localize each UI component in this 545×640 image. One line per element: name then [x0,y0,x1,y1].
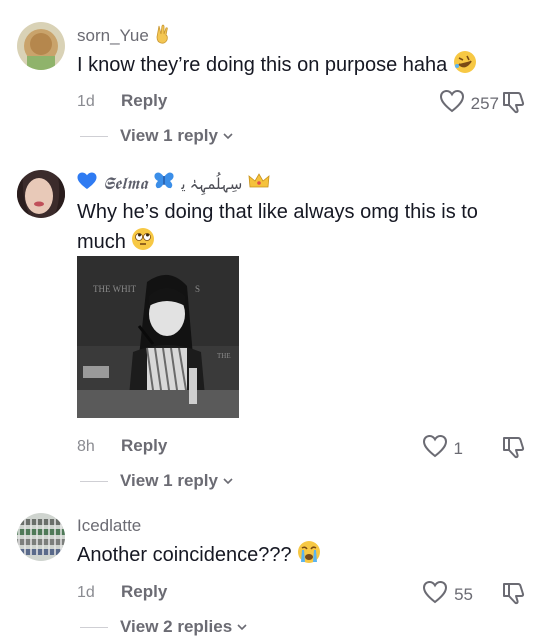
chevron-down-icon [222,126,234,146]
like-button[interactable]: 257 [439,89,499,118]
dislike-icon [503,92,525,114]
like-button[interactable]: 55 [422,580,473,609]
image-caption: THE WHIT [93,284,137,294]
chevron-down-icon [236,617,248,637]
like-button[interactable]: 1 [422,434,463,463]
like-count: 55 [454,584,473,604]
username[interactable]: 𝕾𝖊𝖑𝖒𝖆 سِہلُمہِہٰ ﯾ [77,172,270,195]
divider [80,626,108,628]
like-count: 1 [453,438,463,458]
attached-image[interactable]: THE WHIT S THE [77,256,239,418]
blue-heart-icon [77,172,97,195]
username[interactable]: Icedlatte [77,516,141,536]
victory-hand-emoji [154,24,172,49]
crying-emoji [297,540,321,573]
view-replies-button[interactable]: View 2 replies [80,617,248,637]
avatar[interactable] [17,170,65,218]
avatar[interactable] [17,513,65,561]
view-replies-button[interactable]: View 1 reply [80,471,234,491]
username[interactable]: sorn_Yue [77,24,172,49]
heart-outline-icon [422,580,448,609]
svg-text:THE: THE [217,352,231,360]
comment-text: Another coincidence??? [77,540,517,573]
dislike-button[interactable] [501,581,527,610]
butterfly-icon [153,172,175,195]
timestamp: 1d [77,93,95,110]
reply-button[interactable]: Reply [121,582,167,602]
heart-outline-icon [422,434,448,463]
divider [80,135,108,137]
svg-text:S: S [195,284,200,294]
comment-item: Icedlatte Another coincidence??? 1d Repl… [0,500,545,640]
avatar[interactable] [17,22,65,70]
divider [80,480,108,482]
reply-button[interactable]: Reply [121,436,167,456]
comment-text: I know they’re doing this on purpose hah… [77,50,517,83]
reply-button[interactable]: Reply [121,91,167,111]
comment-item: 𝕾𝖊𝖑𝖒𝖆 سِہلُمہِہٰ ﯾ Why he’s doing that l… [0,160,545,500]
crown-icon [248,172,270,195]
comment-text: Why he’s doing that like always omg this… [77,198,517,260]
heart-outline-icon [439,89,465,118]
dislike-button[interactable] [501,90,527,119]
view-replies-button[interactable]: View 1 reply [80,126,234,146]
like-count: 257 [470,93,499,113]
chevron-down-icon [222,471,234,491]
comment-item: sorn_Yue I know they’re doing this on pu… [0,0,545,160]
dislike-icon [503,583,525,605]
timestamp: 1d [77,584,95,601]
dislike-button[interactable] [501,435,527,464]
dislike-icon [503,437,525,459]
timestamp: 8h [77,438,95,455]
rofl-emoji [453,50,477,83]
